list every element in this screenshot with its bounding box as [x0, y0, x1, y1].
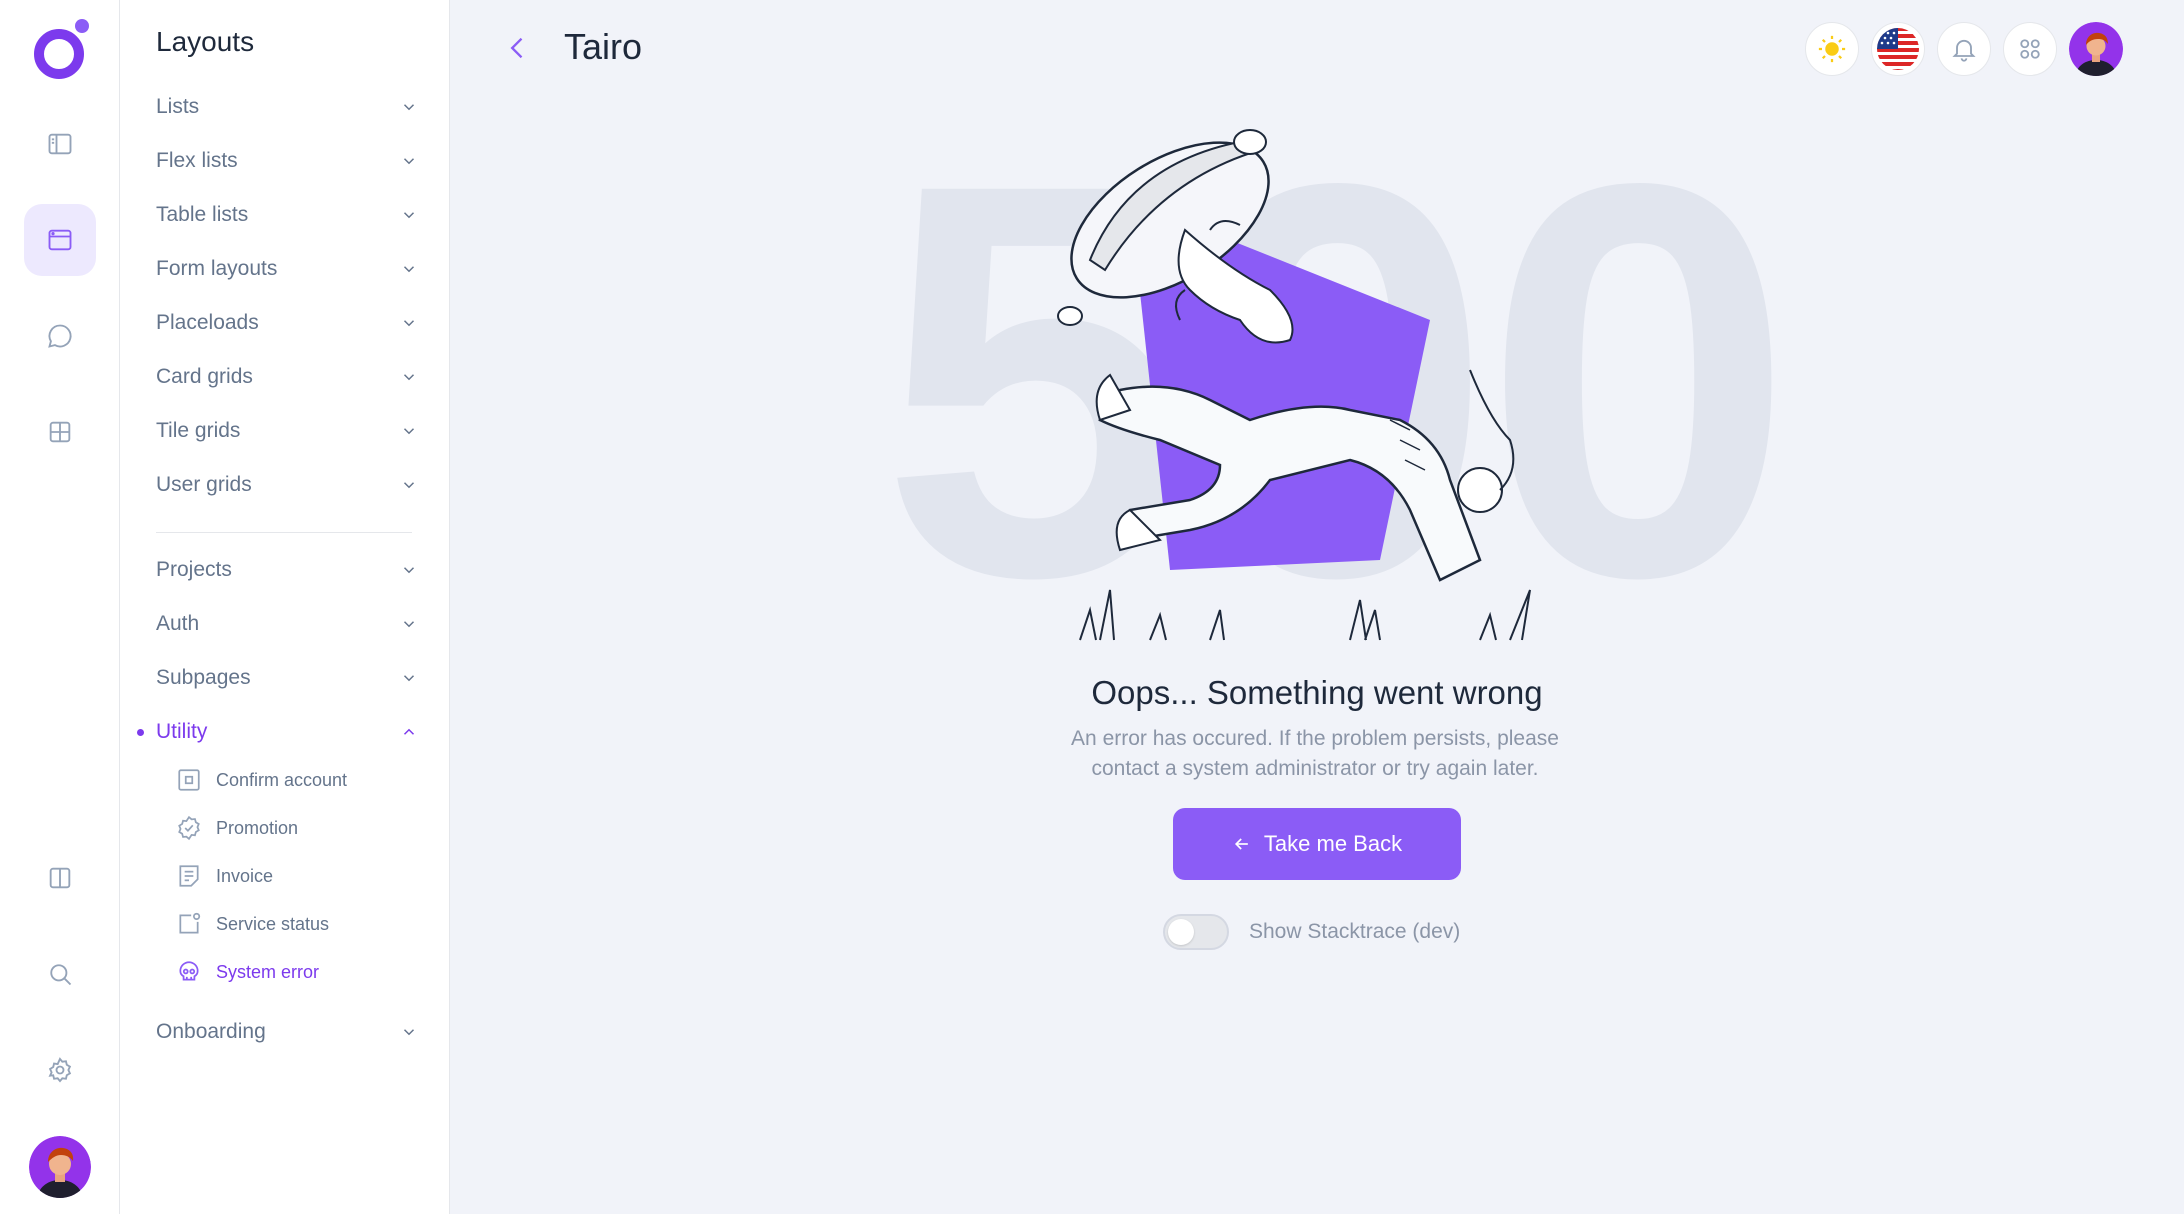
chevron-down-icon [403, 567, 415, 574]
language-button[interactable] [1871, 22, 1925, 76]
bell-icon [1952, 39, 1976, 62]
submenu-item-label: Invoice [216, 865, 274, 886]
menu-sidebar: Layouts Lists Flex lists Table lists For… [120, 0, 450, 1214]
chevron-down-icon [403, 104, 415, 111]
menu-item-label: Auth [156, 612, 200, 635]
menu-item-form-layouts[interactable]: Form layouts [156, 247, 418, 291]
error-title: Oops... Something went wrong [1091, 674, 1543, 711]
stacktrace-toggle[interactable] [1163, 914, 1229, 950]
promotion-badge-icon [178, 815, 200, 841]
chevron-down-icon [403, 212, 415, 219]
theme-toggle-button[interactable] [1805, 22, 1859, 76]
arrow-left-icon [1234, 838, 1248, 850]
take-me-back-button[interactable]: Take me Back [1173, 808, 1461, 880]
stacktrace-toggle-label: Show Stacktrace (dev) [1249, 920, 1461, 943]
submenu-item-service-status[interactable]: Service status [176, 906, 329, 942]
menu-item-label: Utility [156, 720, 208, 743]
chevron-down-icon [403, 1029, 415, 1036]
menu-item-card-grids[interactable]: Card grids [156, 355, 418, 399]
error-description: An error has occured. If the problem per… [1040, 724, 1590, 784]
menu-item-label: Card grids [156, 365, 253, 388]
ufo-abduction-illustration [1057, 129, 1531, 641]
service-status-icon [179, 912, 201, 934]
apps-button[interactable] [2003, 22, 2057, 76]
us-flag-icon [1877, 28, 1919, 70]
menu-item-label: Table lists [156, 203, 249, 226]
menu-item-label: Onboarding [156, 1020, 266, 1043]
chevron-down-icon [403, 621, 415, 628]
menu-item-label: User grids [156, 473, 252, 496]
chevron-down-icon [403, 158, 415, 165]
apps-grid-icon [2020, 39, 2040, 59]
submenu-item-label: Confirm account [216, 769, 348, 790]
chevron-up-icon [403, 728, 415, 735]
menu-item-flex-lists[interactable]: Flex lists [156, 139, 418, 183]
sun-icon [1818, 35, 1846, 63]
menu-item-utility[interactable]: Utility [137, 710, 418, 754]
search-icon[interactable] [24, 938, 96, 1010]
submenu-item-system-error[interactable]: System error [176, 954, 319, 990]
submenu-item-invoice[interactable]: Invoice [176, 858, 273, 894]
header-back-button[interactable] [498, 26, 538, 70]
submenu-item-label: System error [216, 961, 320, 982]
menu-item-projects[interactable]: Projects [156, 548, 418, 592]
menu-item-placeloads[interactable]: Placeloads [156, 301, 418, 345]
error-description-line-1: An error has occured. If the problem per… [1071, 727, 1559, 750]
menu-item-label: Projects [156, 558, 232, 581]
chevron-left-icon [510, 37, 523, 59]
menu-item-lists[interactable]: Lists [156, 85, 418, 129]
grid-icon[interactable] [24, 396, 96, 468]
menu-item-label: Flex lists [156, 149, 238, 172]
notifications-button[interactable] [1937, 22, 1991, 76]
settings-gear-icon[interactable] [24, 1034, 96, 1106]
active-dot [137, 729, 144, 736]
error-description-line-2: contact a system administrator or try ag… [1091, 757, 1539, 780]
chevron-down-icon [403, 374, 415, 381]
toggle-knob [1168, 919, 1194, 945]
sidebar-toggle-icon[interactable] [24, 108, 96, 180]
menu-item-label: Tile grids [156, 419, 241, 442]
take-me-back-label: Take me Back [1263, 831, 1403, 856]
panel-columns-icon[interactable] [24, 842, 96, 914]
invoice-icon [179, 865, 199, 887]
user-avatar[interactable] [29, 1136, 91, 1198]
icon-rail [0, 0, 120, 1214]
chevron-down-icon [403, 266, 415, 273]
menu-item-label: Lists [156, 95, 200, 118]
submenu-item-label: Promotion [216, 817, 299, 838]
stacktrace-toggle-row: Show Stacktrace (dev) [1163, 914, 1460, 950]
page-title: Tairo [564, 26, 643, 67]
confirm-account-icon [178, 769, 200, 791]
menu-item-table-lists[interactable]: Table lists [156, 193, 418, 237]
menu-item-tile-grids[interactable]: Tile grids [156, 409, 418, 453]
submenu-item-label: Service status [216, 913, 330, 934]
chevron-down-icon [403, 482, 415, 489]
skull-icon [179, 961, 199, 981]
menu-item-label: Placeloads [156, 311, 259, 334]
menu-item-onboarding[interactable]: Onboarding [156, 1010, 418, 1054]
menu-divider [156, 532, 412, 533]
header-user-avatar[interactable] [2069, 22, 2123, 76]
chat-icon[interactable] [24, 300, 96, 372]
submenu-item-promotion[interactable]: Promotion [176, 810, 298, 846]
menu-title: Layouts [156, 26, 255, 57]
chevron-down-icon [403, 428, 415, 435]
app-logo-icon[interactable] [28, 16, 94, 82]
chevron-down-icon [403, 320, 415, 327]
menu-item-label: Form layouts [156, 257, 278, 280]
menu-item-user-grids[interactable]: User grids [156, 463, 418, 507]
submenu-item-confirm-account[interactable]: Confirm account [176, 762, 347, 798]
layouts-icon[interactable] [24, 204, 96, 276]
menu-item-auth[interactable]: Auth [156, 602, 418, 646]
